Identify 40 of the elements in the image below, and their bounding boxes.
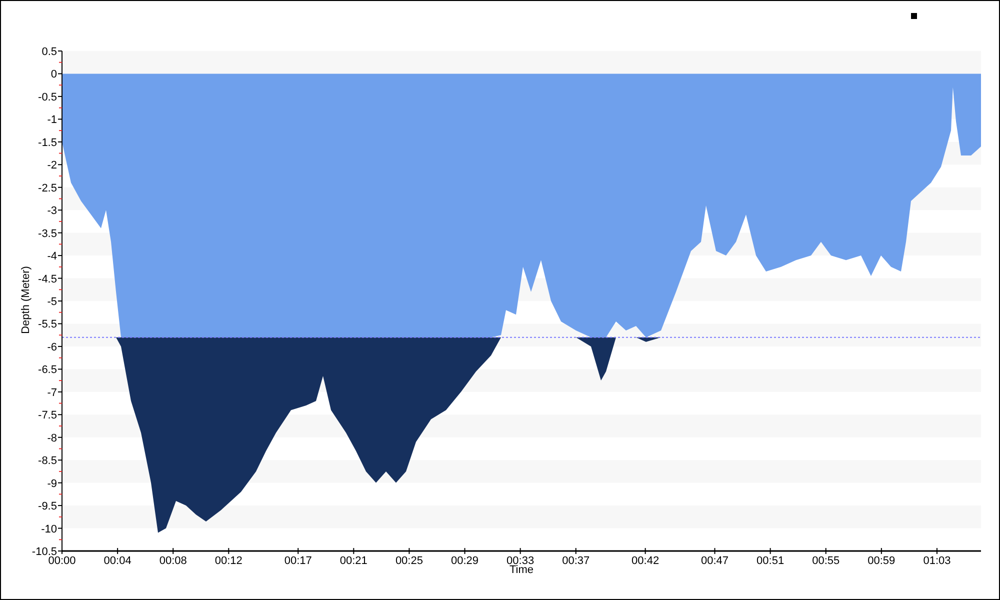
y-tick-label: -9.5 [38, 500, 57, 513]
x-tick-label: 00:29 [451, 555, 479, 567]
y-tick-label: 0.5 [42, 46, 57, 58]
y-tick-label: -9 [47, 478, 57, 490]
y-tick-label: -6.5 [38, 364, 57, 376]
y-tick-label: -8 [47, 432, 57, 444]
x-tick-label: 00:12 [214, 555, 242, 567]
legend-marker-icon [911, 13, 917, 19]
y-tick-label: -6 [47, 341, 57, 354]
x-tick-label: 00:00 [48, 555, 76, 567]
y-axis-title: Depth (Meter) [20, 266, 32, 334]
x-tick-label: 00:17 [284, 555, 312, 567]
x-tick-label: 00:55 [812, 555, 840, 567]
x-tick-label: 00:08 [159, 555, 187, 567]
x-tick-label: 00:59 [868, 555, 896, 567]
y-tick-label: -7.5 [38, 410, 57, 422]
y-tick-label: -7 [47, 386, 57, 399]
x-tick-label: 00:42 [632, 555, 660, 567]
y-tick-label: -2 [47, 160, 57, 172]
y-tick-label: 0 [50, 68, 57, 81]
x-tick-label: 00:25 [395, 555, 423, 567]
x-tick-label: 00:37 [562, 555, 590, 567]
y-tick-label: -4.5 [38, 273, 57, 286]
x-tick-label: 00:47 [701, 555, 729, 567]
y-tick-label: -5 [47, 296, 57, 308]
y-tick-label: -1 [47, 114, 57, 126]
y-tick-label: -2.5 [38, 182, 57, 194]
y-tick-label: -1.5 [38, 136, 57, 149]
y-tick-label: -3.5 [38, 228, 57, 240]
y-tick-label: -10 [41, 523, 57, 536]
y-tick-label: -3 [47, 205, 57, 218]
x-tick-label: 01:03 [923, 555, 951, 567]
x-axis-title: Time [509, 564, 534, 576]
x-tick-label: 00:51 [756, 555, 784, 567]
y-tick-label: -4 [47, 250, 57, 263]
y-tick-label: -0.5 [38, 91, 57, 104]
y-tick-label: -5.5 [38, 318, 57, 331]
x-tick-label: 00:21 [340, 555, 368, 567]
x-tick-label: 00:04 [104, 555, 132, 567]
y-tick-label: -8.5 [38, 455, 57, 468]
